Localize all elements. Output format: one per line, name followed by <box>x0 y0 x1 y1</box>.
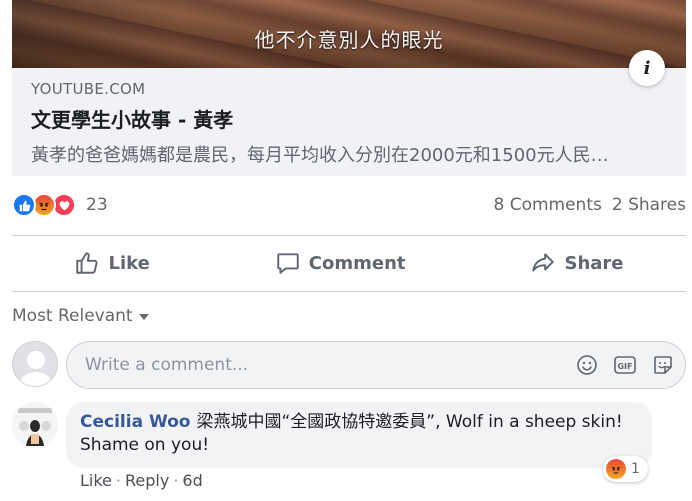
commenter-profile-picture <box>12 402 58 448</box>
separator-dot: · <box>115 471 121 490</box>
emoji-icon[interactable] <box>575 353 599 377</box>
like-button[interactable]: Like <box>56 244 167 282</box>
reaction-count: 23 <box>86 195 108 215</box>
comment-bubble: Cecilia Woo 梁燕城中國“全國政協特邀委員”, Wolf in a sh… <box>66 402 652 468</box>
thumbs-up-icon <box>76 252 99 274</box>
comment-author[interactable]: Cecilia Woo <box>80 412 190 432</box>
engagement-counts: 8 Comments 2 Shares <box>493 195 686 215</box>
reaction-icons-group[interactable]: 23 <box>12 193 108 217</box>
share-label: Share <box>564 252 624 274</box>
comment-like-link[interactable]: Like <box>80 471 112 490</box>
comment-label: Comment <box>308 252 406 274</box>
comment-composer[interactable]: GIF <box>66 341 686 389</box>
comment-button[interactable]: Comment <box>257 244 424 282</box>
reactions-summary: 23 8 Comments 2 Shares <box>12 188 686 222</box>
comment-icon <box>277 253 299 274</box>
shares-count-link[interactable]: 2 Shares <box>612 195 686 215</box>
comments-count-link[interactable]: 8 Comments <box>493 195 601 215</box>
composer-tools: GIF <box>575 353 675 377</box>
link-preview-meta[interactable]: YOUTUBE.COM 文更學生小故事 - 黃孝 黃孝的爸爸媽媽都是農民，每月平… <box>12 68 686 176</box>
separator-dot: · <box>173 471 179 490</box>
link-domain: YOUTUBE.COM <box>31 80 146 98</box>
post-actions: Like Comment Share <box>12 236 686 290</box>
gif-icon[interactable]: GIF <box>613 353 637 377</box>
comment-reply-link[interactable]: Reply <box>125 471 169 490</box>
angry-icon <box>606 459 626 479</box>
share-button[interactable]: Share <box>512 244 641 282</box>
commenter-avatar[interactable] <box>12 402 58 448</box>
comment-age[interactable]: 6d <box>182 471 202 490</box>
current-user-avatar[interactable] <box>12 341 58 387</box>
sticker-icon[interactable] <box>651 353 675 377</box>
comment-reaction-count: 1 <box>631 461 640 477</box>
link-title[interactable]: 文更學生小故事 - 黃孝 <box>31 104 667 133</box>
sort-label: Most Relevant <box>12 306 133 326</box>
caret-down-icon <box>138 314 149 320</box>
comment-reaction-badge[interactable]: 1 <box>603 456 648 482</box>
comment-actions: Like · Reply · 6d <box>80 471 203 490</box>
thumbnail-caption: 他不介意別人的眼光 <box>254 28 444 52</box>
default-avatar-icon <box>13 342 57 386</box>
info-icon[interactable]: i <box>629 50 665 86</box>
comment-input[interactable] <box>85 355 575 375</box>
like-label: Like <box>108 252 150 274</box>
like-icon <box>12 193 36 217</box>
share-arrow-icon <box>532 253 555 272</box>
link-preview-thumbnail[interactable]: 他不介意別人的眼光 <box>12 0 686 68</box>
link-description: 黃孝的爸爸媽媽都是農民，每月平均收入分別在2000元和1500元人民… <box>31 145 609 166</box>
divider-bottom <box>12 291 686 292</box>
comment-sort-dropdown[interactable]: Most Relevant <box>12 306 149 326</box>
svg-text:GIF: GIF <box>617 362 632 371</box>
